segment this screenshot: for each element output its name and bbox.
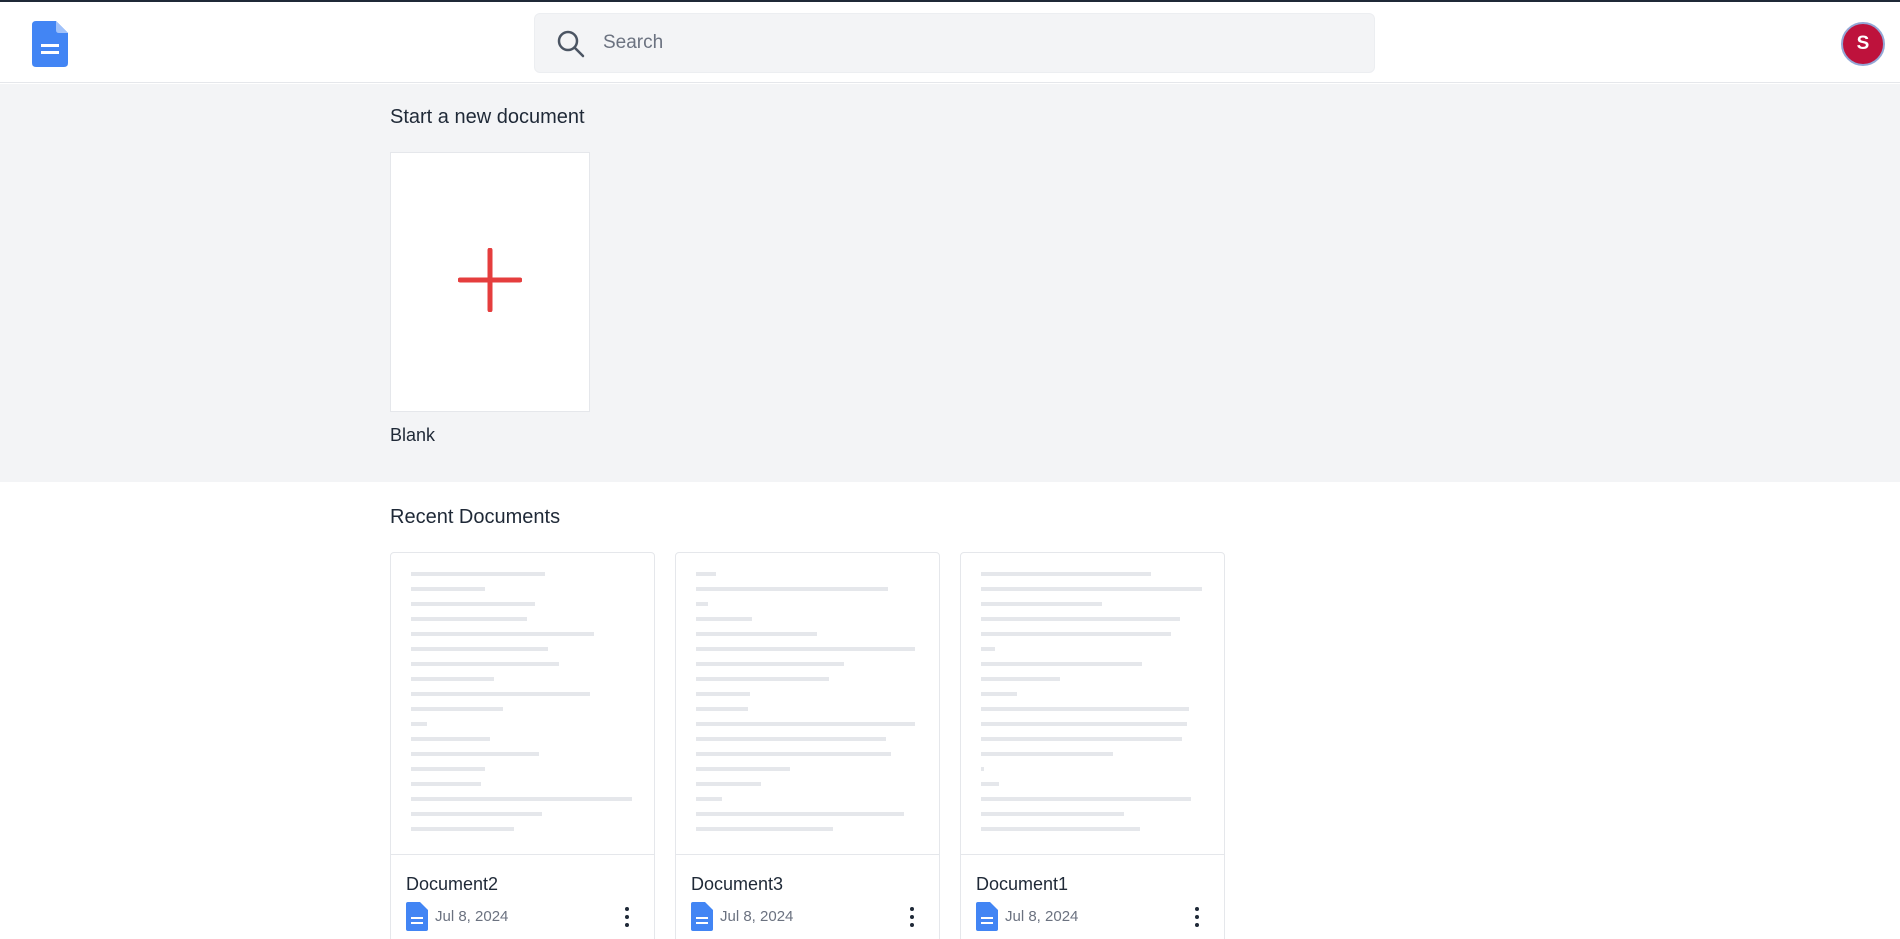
document-date: Jul 8, 2024 (720, 908, 794, 925)
search-input[interactable] (603, 14, 1363, 72)
document-icon (691, 902, 713, 931)
start-section-title: Start a new document (390, 106, 585, 128)
start-new-document-section: Start a new document Blank (0, 84, 1900, 482)
document-name: Document3 (691, 874, 784, 894)
document-preview-thumbnail (391, 553, 654, 855)
document-icon (406, 902, 428, 931)
document-icon (976, 902, 998, 931)
more-vertical-icon[interactable] (904, 905, 920, 929)
blank-template-label: Blank (390, 425, 436, 445)
document-date: Jul 8, 2024 (435, 908, 509, 925)
more-vertical-icon[interactable] (619, 905, 635, 929)
document-preview-thumbnail (676, 553, 939, 855)
document-name: Document1 (976, 874, 1069, 894)
search-bar[interactable] (534, 13, 1375, 73)
document-card[interactable]: Document1 Jul 8, 2024 (960, 552, 1225, 939)
document-name: Document2 (406, 874, 499, 894)
more-vertical-icon[interactable] (1189, 905, 1205, 929)
document-card[interactable]: Document3 Jul 8, 2024 (675, 552, 940, 939)
top-bar: S (0, 2, 1900, 83)
document-preview-thumbnail (961, 553, 1224, 855)
docs-logo-icon[interactable] (32, 21, 68, 67)
plus-icon (458, 248, 522, 312)
search-icon (557, 30, 585, 58)
document-date: Jul 8, 2024 (1005, 908, 1079, 925)
blank-template-card[interactable] (390, 152, 590, 412)
recent-section-title: Recent Documents (390, 506, 561, 528)
user-avatar[interactable]: S (1841, 22, 1885, 66)
document-card[interactable]: Document2 Jul 8, 2024 (390, 552, 655, 939)
